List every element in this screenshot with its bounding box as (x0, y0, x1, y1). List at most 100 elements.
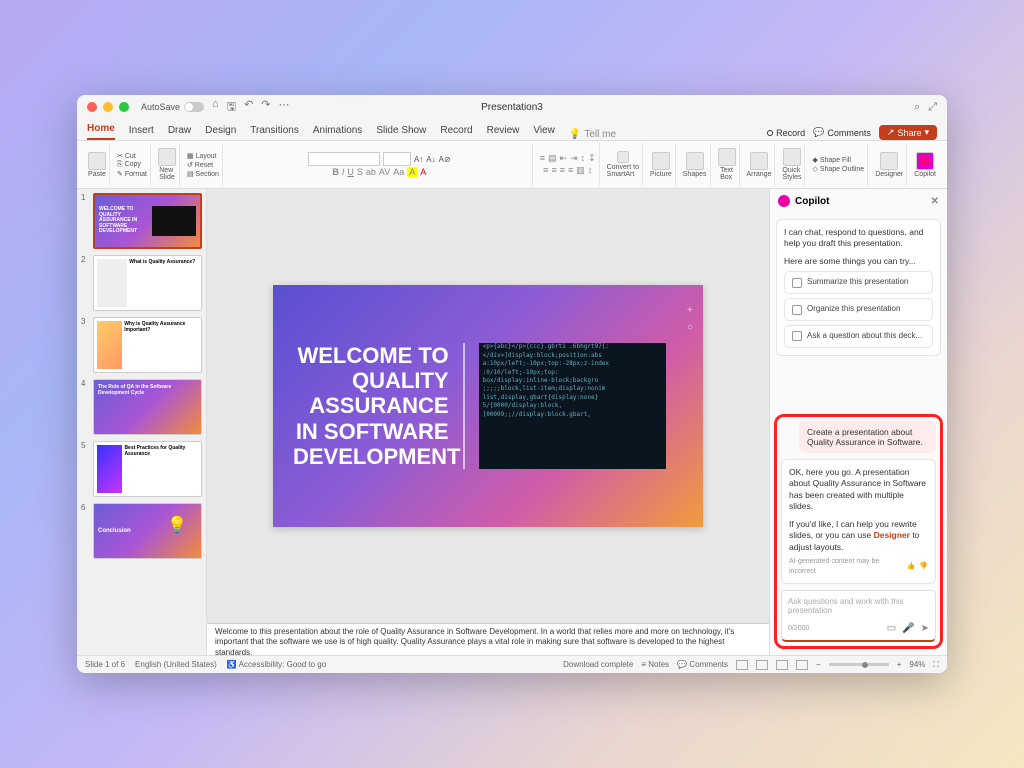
comments-button[interactable]: 💬 Comments (813, 127, 871, 138)
tab-home[interactable]: Home (87, 123, 115, 140)
tell-me-search[interactable]: 💡 Tell me (569, 129, 616, 140)
search-icon[interactable]: ⌕ (914, 101, 920, 114)
minimize-icon[interactable] (103, 102, 113, 112)
underline-icon[interactable]: U (347, 167, 354, 177)
smartart-button[interactable]: Convert to SmartArt (607, 151, 639, 178)
slide-title[interactable]: WELCOME TO QUALITY ASSURANCE IN SOFTWARE… (293, 343, 465, 469)
shadow-icon[interactable]: ab (366, 167, 376, 177)
more-icon[interactable]: ⋯ (279, 98, 290, 117)
paste-button[interactable]: Paste (88, 152, 106, 178)
italic-icon[interactable]: I (342, 167, 345, 177)
close-icon[interactable] (87, 102, 97, 112)
zoom-out-icon[interactable]: − (816, 660, 821, 669)
spacing-icon[interactable]: AV (379, 167, 390, 177)
layout-button[interactable]: ▦ Layout (187, 152, 219, 160)
thumb-down-icon[interactable]: 👎 (919, 562, 928, 571)
slide-area[interactable]: WELCOME TO QUALITY ASSURANCE IN SOFTWARE… (207, 189, 769, 623)
format-button[interactable]: ✎ Format (117, 170, 147, 178)
slide-count[interactable]: Slide 1 of 6 (85, 660, 125, 669)
speaker-notes[interactable]: Welcome to this presentation about the r… (207, 623, 769, 655)
designer-button[interactable]: Designer (875, 152, 903, 178)
textdir-icon[interactable]: ↧ (588, 153, 596, 164)
designer-link[interactable]: Designer (874, 530, 910, 540)
undo-icon[interactable]: ↶ (244, 98, 253, 117)
picture-button[interactable]: Picture (650, 152, 672, 178)
slideshow-view-icon[interactable] (796, 660, 808, 670)
textbox-button[interactable]: Text Box (718, 148, 736, 181)
link-icon[interactable]: ⤢ (928, 101, 937, 114)
shape-fill-button[interactable]: ◆ Shape Fill (812, 156, 864, 164)
align-right-icon[interactable]: ≡ (560, 165, 565, 176)
fontcolor-icon[interactable]: A (420, 167, 426, 177)
align-text-icon[interactable]: ↕ (588, 165, 593, 176)
sorter-view-icon[interactable] (756, 660, 768, 670)
arrange-button[interactable]: Arrange (747, 152, 772, 178)
zoom-in-icon[interactable]: + (897, 660, 902, 669)
clear-format-icon[interactable]: A⊘ (439, 155, 451, 164)
normal-view-icon[interactable] (736, 660, 748, 670)
copilot-input[interactable]: Ask questions and work with this present… (781, 590, 936, 642)
save-icon[interactable]: 🖫 (227, 98, 236, 117)
mic-icon[interactable]: 🎤 (902, 623, 914, 634)
thumb-up-icon[interactable]: 👍 (907, 562, 916, 571)
reading-view-icon[interactable] (776, 660, 788, 670)
quickstyles-button[interactable]: Quick Styles (782, 148, 801, 181)
tab-animations[interactable]: Animations (313, 125, 362, 140)
tab-transitions[interactable]: Transitions (250, 125, 299, 140)
font-family-select[interactable] (308, 152, 380, 166)
numbering-icon[interactable]: ▤ (548, 153, 557, 164)
columns-icon[interactable]: ▥ (576, 165, 585, 176)
case-icon[interactable]: Aa (393, 167, 404, 177)
thumbnail-4[interactable]: The Role of QA in the Software Developme… (93, 379, 202, 435)
record-button[interactable]: Record (767, 128, 805, 138)
tab-design[interactable]: Design (205, 125, 236, 140)
thumbnail-3[interactable]: Why is Quality Assurance Important? (93, 317, 202, 373)
tab-record[interactable]: Record (440, 125, 472, 140)
thumbnail-5[interactable]: Best Practices for Quality Assurance (93, 441, 202, 497)
suggestion-ask[interactable]: Ask a question about this deck... (784, 325, 933, 348)
strike-icon[interactable]: S (357, 167, 363, 177)
attach-icon[interactable]: ▭ (887, 623, 896, 634)
tab-review[interactable]: Review (487, 125, 520, 140)
shapes-button[interactable]: Shapes (683, 152, 707, 178)
copilot-button[interactable]: Copilot (914, 152, 936, 178)
accessibility-status[interactable]: ♿ Accessibility: Good to go (227, 660, 326, 669)
decrease-font-icon[interactable]: A↓ (426, 155, 435, 164)
send-icon[interactable]: ➤ (921, 623, 929, 634)
thumbnail-1[interactable]: WELCOME TO QUALITY ASSURANCE IN SOFTWARE… (93, 193, 202, 249)
suggestion-organize[interactable]: Organize this presentation (784, 298, 933, 321)
tab-insert[interactable]: Insert (129, 125, 154, 140)
fit-icon[interactable]: ⛶ (933, 660, 939, 670)
highlight-icon[interactable]: A (407, 167, 417, 177)
new-slide-button[interactable]: New Slide (158, 148, 176, 181)
notes-button[interactable]: ≡ Notes (641, 660, 669, 669)
copy-button[interactable]: ⎘ Copy (117, 161, 147, 169)
linespace-icon[interactable]: ↕ (581, 153, 586, 164)
reset-button[interactable]: ↺ Reset (187, 161, 219, 169)
slide-image[interactable]: <p>{abc}</p>{ccc}.gbrt1 .6bhgrt97{: </di… (479, 343, 666, 468)
zoom-slider[interactable] (829, 663, 889, 666)
toggle-icon[interactable] (184, 102, 204, 112)
tab-slideshow[interactable]: Slide Show (376, 125, 426, 140)
zoom-level[interactable]: 94% (909, 660, 925, 669)
align-left-icon[interactable]: ≡ (543, 165, 548, 176)
home-icon[interactable]: ⌂ (212, 98, 219, 117)
comments-status-button[interactable]: 💬 Comments (677, 660, 728, 669)
font-size-select[interactable] (383, 152, 411, 166)
indent-dec-icon[interactable]: ⇤ (560, 153, 568, 164)
thumbnail-2[interactable]: What is Quality Assurance? (93, 255, 202, 311)
redo-icon[interactable]: ↷ (261, 98, 270, 117)
maximize-icon[interactable] (119, 102, 129, 112)
bullets-icon[interactable]: ≡ (540, 153, 545, 164)
language[interactable]: English (United States) (135, 660, 217, 669)
suggestion-summarize[interactable]: Summarize this presentation (784, 271, 933, 294)
indent-inc-icon[interactable]: ⇥ (570, 153, 578, 164)
justify-icon[interactable]: ≡ (568, 165, 573, 176)
shape-outline-button[interactable]: ◇ Shape Outline (812, 165, 864, 173)
close-panel-icon[interactable]: ✕ (931, 196, 939, 207)
bold-icon[interactable]: B (332, 167, 339, 177)
section-button[interactable]: ▤ Section (187, 170, 219, 178)
tab-draw[interactable]: Draw (168, 125, 191, 140)
increase-font-icon[interactable]: A↑ (414, 155, 423, 164)
autosave-toggle[interactable]: AutoSave (141, 102, 204, 112)
